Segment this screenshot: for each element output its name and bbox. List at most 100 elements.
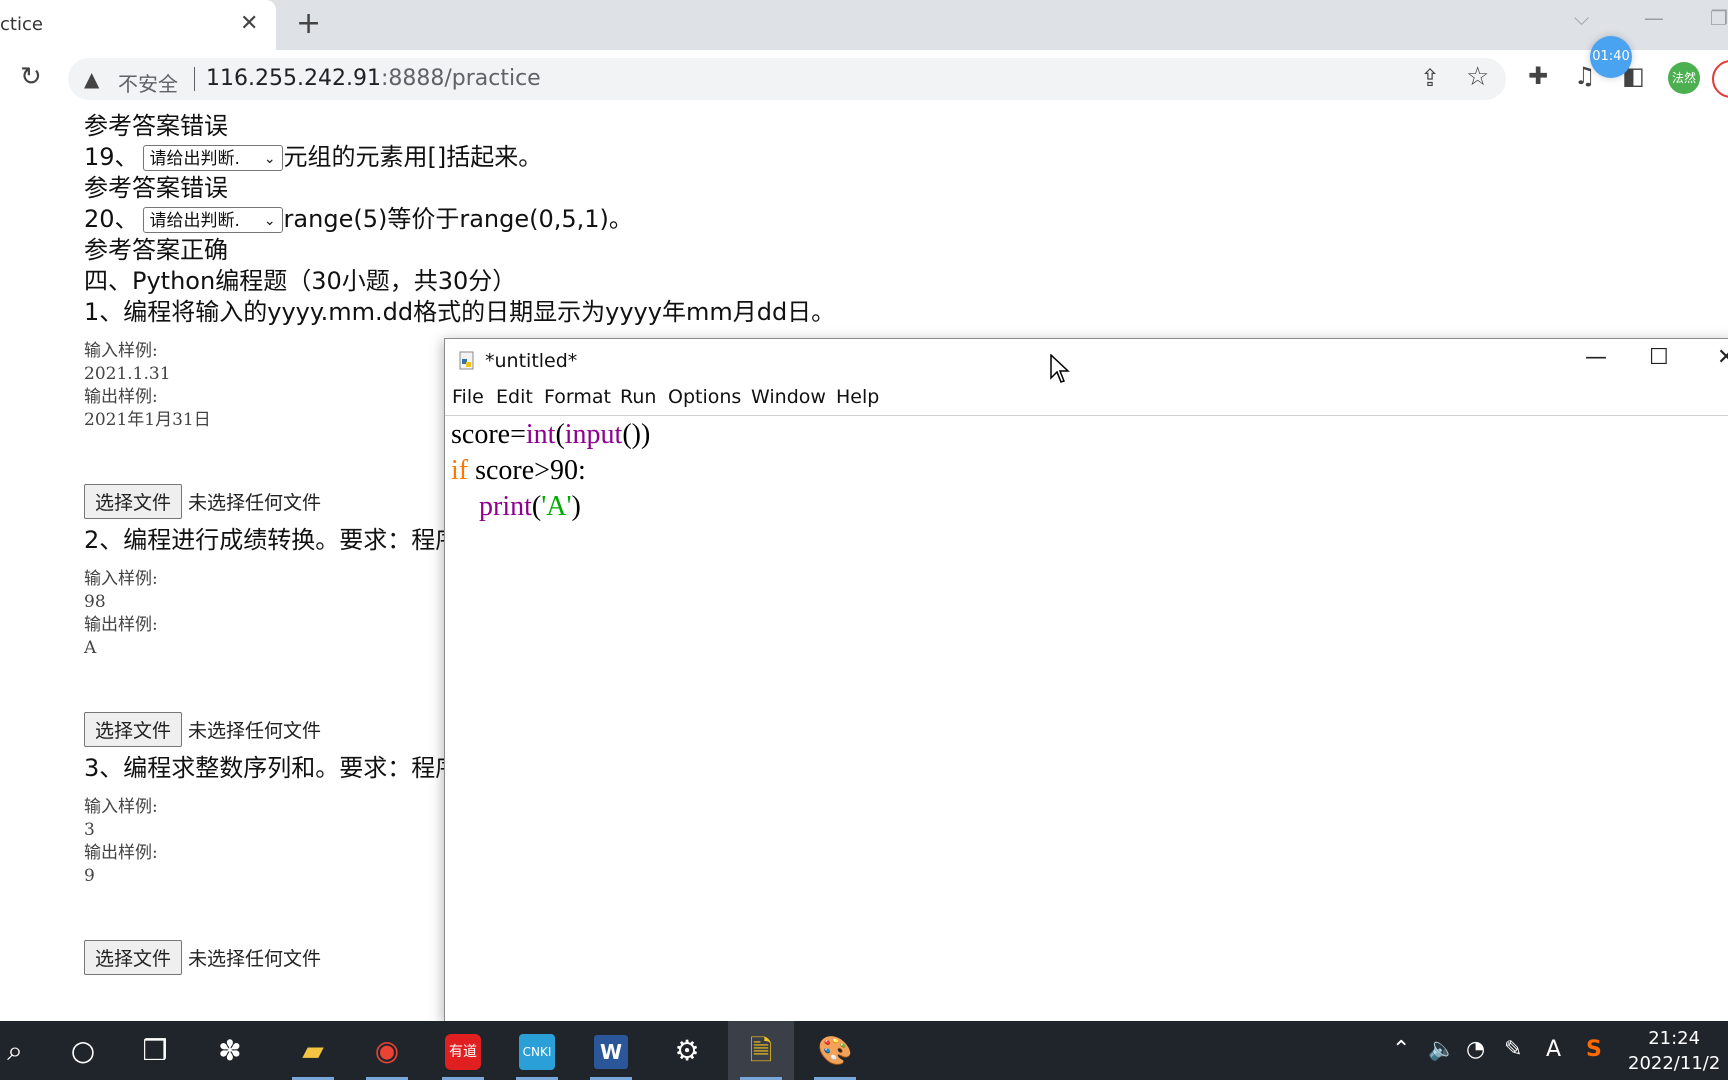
bookmark-star-icon[interactable]: ☆ — [1466, 62, 1489, 92]
settings-gear-icon[interactable]: ⚙ — [654, 1021, 720, 1080]
q3-sample: 输入样例: 3 输出样例: 9 — [84, 796, 158, 888]
chevron-down-icon: ⌄ — [263, 151, 276, 167]
sample-input-label: 输入样例: — [84, 797, 158, 817]
recording-timer-badge[interactable]: 01:40 — [1590, 36, 1632, 78]
no-file-label: 未选择任何文件 — [188, 948, 322, 970]
profile-avatar[interactable]: 法然 — [1668, 62, 1700, 94]
q2-file-upload: 选择文件 未选择任何文件 — [84, 712, 321, 747]
question-19: 19、 请给出判断. ⌄ 元组的元素用[]括起来。 — [84, 137, 542, 172]
choose-file-button[interactable]: 选择文件 — [84, 484, 183, 519]
pinwheel-app-icon[interactable]: ✽ — [197, 1021, 263, 1080]
code-line-1: score=int(input()) — [451, 419, 651, 450]
url-host: 116.255.242.91 — [206, 66, 381, 91]
tab-search-chevron-icon[interactable]: ⌵ — [1574, 6, 1589, 30]
clock-date: 2022/11/2 — [1628, 1053, 1721, 1074]
menu-help[interactable]: Help — [836, 386, 879, 408]
minimize-icon[interactable]: — — [1644, 6, 1664, 30]
menu-window[interactable]: Window — [751, 386, 826, 408]
question-number: 19、 — [84, 143, 139, 171]
sogou-input-icon[interactable]: S — [1586, 1037, 1602, 1062]
tab-title: ctice — [0, 14, 43, 35]
idle-taskbar-icon[interactable]: 🗎 — [728, 1021, 794, 1080]
file-explorer-icon[interactable]: ▰ — [280, 1021, 346, 1080]
sample-output-label: 输出样例: — [84, 387, 158, 407]
sample-input-label: 输入样例: — [84, 569, 158, 589]
sample-input-value: 98 — [84, 592, 106, 612]
question-1-title: 1、编程将输入的yyyy.mm.dd格式的日期显示为yyyy年mm月dd日。 — [84, 298, 836, 326]
browser-tab[interactable]: ctice ✕ — [0, 0, 276, 50]
answer-status: 参考答案错误 — [84, 112, 228, 140]
sample-input-label: 输入样例: — [84, 341, 158, 361]
idle-titlebar[interactable]: *untitled* — ☐ ✕ — [445, 339, 1728, 383]
sample-output-value: 2021年1月31日 — [84, 410, 211, 430]
tray-chevron-up-icon[interactable]: ⌃ — [1392, 1037, 1410, 1062]
tab-close-icon[interactable]: ✕ — [240, 11, 258, 36]
code-line-2: if score>90: — [451, 455, 586, 486]
q2-sample: 输入样例: 98 输出样例: A — [84, 568, 158, 660]
answer-status: 参考答案错误 — [84, 174, 228, 202]
question-text: 元组的元素用[]括起来。 — [283, 143, 543, 171]
menu-edit[interactable]: Edit — [496, 386, 533, 408]
youdao-icon[interactable]: 有道 — [430, 1021, 496, 1080]
idle-window-title: *untitled* — [485, 350, 578, 372]
input-method-icon[interactable]: A — [1546, 1037, 1561, 1062]
address-bar[interactable]: ▲ 不安全 116.255.242.91:8888/practice ⇪ ☆ — [68, 58, 1506, 100]
pen-icon[interactable]: ✎ — [1504, 1037, 1522, 1062]
code-line-3: print('A') — [479, 491, 581, 522]
sample-input-value: 3 — [84, 820, 95, 840]
system-clock[interactable]: 21:24 2022/11/2 — [1628, 1026, 1720, 1076]
search-icon[interactable]: ⌕ — [0, 1021, 48, 1080]
menu-format[interactable]: Format — [544, 386, 611, 408]
url-text[interactable]: 116.255.242.91:8888/practice — [206, 66, 541, 91]
reload-icon[interactable]: ↻ — [20, 62, 42, 92]
no-file-label: 未选择任何文件 — [188, 492, 322, 514]
browser-toolbar: ↻ ▲ 不安全 116.255.242.91:8888/practice ⇪ ☆ — [0, 50, 1728, 107]
select-value: 请给出判断. — [149, 211, 240, 231]
question-3-title: 3、编程求整数序列和。要求：程序 — [84, 754, 460, 782]
section-heading: 四、Python编程题（30小题，共30分） — [84, 267, 517, 295]
idle-maximize-icon[interactable]: ☐ — [1649, 345, 1669, 370]
choose-file-button[interactable]: 选择文件 — [84, 712, 183, 747]
sample-input-value: 2021.1.31 — [84, 364, 171, 384]
idle-editor-window[interactable]: *untitled* — ☐ ✕ File Edit Format Run Op… — [444, 338, 1728, 1023]
question-2-title: 2、编程进行成绩转换。要求：程序 — [84, 526, 460, 554]
sample-output-value: 9 — [84, 866, 95, 886]
code-editor-area[interactable]: score=int(input()) if score>90: print('A… — [451, 417, 650, 525]
share-icon[interactable]: ⇪ — [1420, 64, 1440, 92]
windows-taskbar: ⌕ ○ ❒ ✽ ▰ ◉ 有道 CNKI W ⚙ 🗎 🎨 ⌃ 🔈 ◔ ✎ A S … — [0, 1021, 1728, 1080]
answer-status: 参考答案正确 — [84, 236, 228, 264]
q1-file-upload: 选择文件 未选择任何文件 — [84, 484, 321, 519]
q1-sample: 输入样例: 2021.1.31 输出样例: 2021年1月31日 — [84, 340, 211, 432]
menu-file[interactable]: File — [452, 386, 484, 408]
url-path: :8888/practice — [380, 66, 541, 91]
cortana-circle-icon[interactable]: ○ — [50, 1021, 116, 1080]
idle-minimize-icon[interactable]: — — [1585, 345, 1607, 370]
select-value: 请给出判断. — [149, 149, 240, 169]
q3-file-upload: 选择文件 未选择任何文件 — [84, 940, 321, 975]
cnki-icon[interactable]: CNKI — [504, 1021, 570, 1080]
menu-run[interactable]: Run — [620, 386, 656, 408]
chrome-icon[interactable]: ◉ — [354, 1021, 420, 1080]
question-20: 20、 请给出判断. ⌄ range(5)等价于range(0,5,1)。 — [84, 199, 633, 234]
insecure-label[interactable]: 不安全 — [118, 68, 178, 97]
idle-close-icon[interactable]: ✕ — [1717, 345, 1728, 370]
python-file-icon — [459, 351, 474, 370]
menu-options[interactable]: Options — [668, 386, 741, 408]
extensions-puzzle-icon[interactable]: ✚ — [1528, 62, 1548, 90]
sample-output-label: 输出样例: — [84, 843, 158, 863]
volume-icon[interactable]: 🔈 — [1428, 1037, 1455, 1062]
browser-tabstrip: ctice ✕ + ⌵ — ❐ — [0, 0, 1728, 50]
clock-time: 21:24 — [1648, 1028, 1701, 1049]
choose-file-button[interactable]: 选择文件 — [84, 940, 183, 975]
warning-triangle-icon[interactable]: ▲ — [84, 67, 99, 91]
task-view-icon[interactable]: ❒ — [122, 1021, 188, 1080]
word-icon[interactable]: W — [578, 1021, 644, 1080]
restore-icon[interactable]: ❐ — [1710, 6, 1728, 30]
paint-palette-icon[interactable]: 🎨 — [802, 1021, 868, 1080]
omnibox-separator — [194, 67, 195, 91]
idle-menubar: File Edit Format Run Options Window Help — [445, 383, 1728, 416]
question-text: range(5)等价于range(0,5,1)。 — [283, 205, 633, 233]
network-icon[interactable]: ◔ — [1466, 1037, 1485, 1062]
sample-output-label: 输出样例: — [84, 615, 158, 635]
new-tab-button[interactable]: + — [296, 6, 321, 41]
